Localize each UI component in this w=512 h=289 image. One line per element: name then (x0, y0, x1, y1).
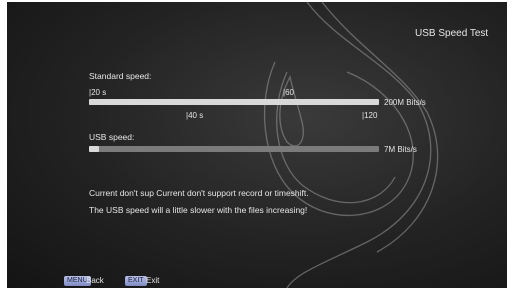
usb-speed-value: 7M Bits/s (384, 145, 417, 154)
message-record-timeshift: Current don't sup Current don't support … (89, 188, 309, 198)
exit-button[interactable]: Exit (146, 276, 159, 285)
usb-speed-bar (89, 146, 379, 152)
standard-speed-bar (89, 99, 379, 105)
standard-tick-60: |60 (283, 88, 294, 97)
message-usb-slower: The USB speed will a little slower with … (89, 205, 308, 215)
usb-speed-bar-fill (89, 146, 100, 152)
standard-tick-20s: |20 s (89, 88, 107, 97)
standard-tick-120: |120 (362, 111, 378, 120)
page-title: USB Speed Test (415, 28, 489, 39)
background-swirl-graphic (263, 2, 439, 288)
standard-speed-bar-fill (89, 99, 379, 105)
standard-speed-value: 200M Bits/s (384, 98, 426, 107)
standard-speed-label: Standard speed: (89, 71, 152, 81)
back-button[interactable]: Back (86, 276, 104, 285)
usb-speed-label: USB speed: (89, 132, 135, 142)
exit-key-icon: EXIT (125, 276, 147, 286)
standard-tick-40s: |40 s (186, 111, 204, 120)
usb-speed-test-screen: USB Speed Test Standard speed: |20 s |60… (7, 2, 507, 288)
